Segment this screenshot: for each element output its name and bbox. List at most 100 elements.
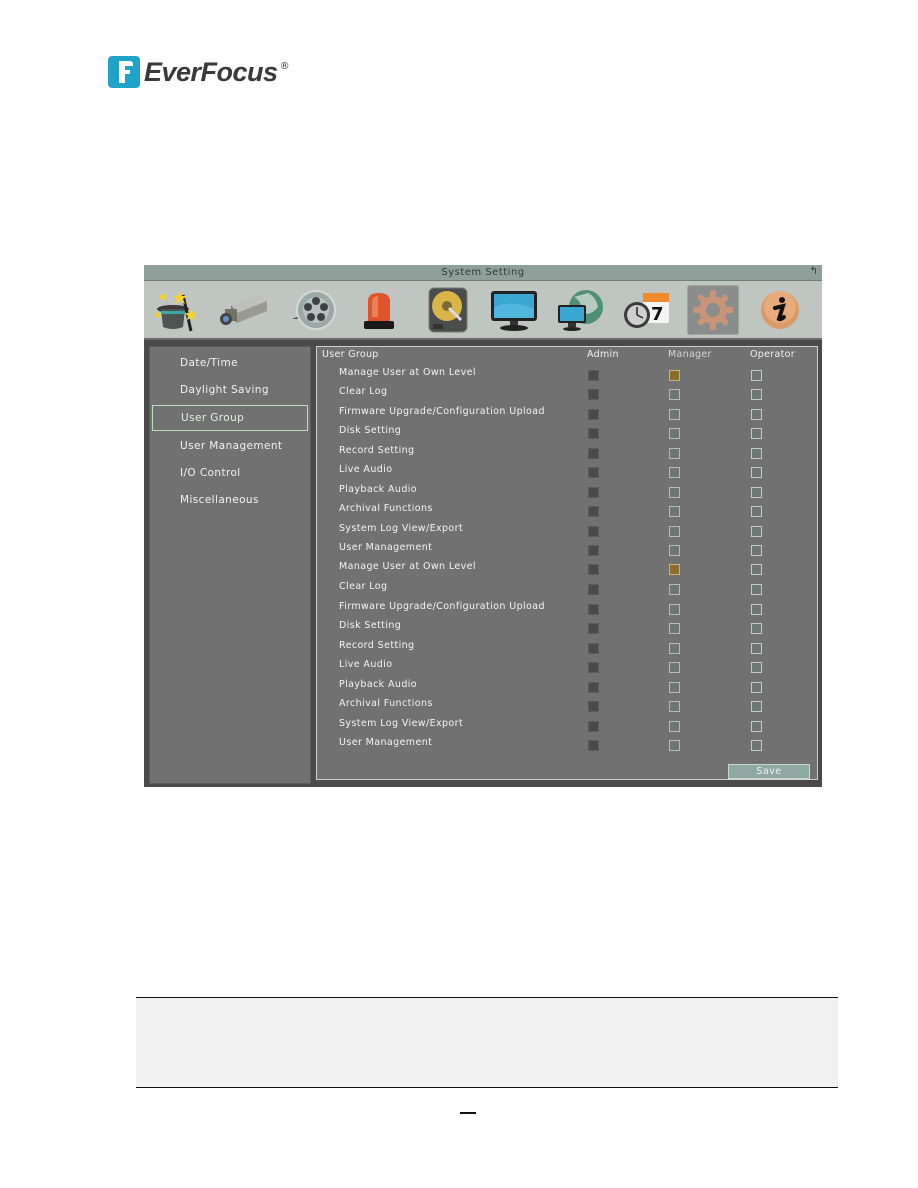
- manager-checkbox[interactable]: [669, 584, 680, 595]
- admin-checkbox[interactable]: [588, 721, 599, 732]
- column-header-operator: Operator: [750, 349, 795, 360]
- operator-checkbox[interactable]: [751, 623, 762, 634]
- schedule-clock-calendar-icon[interactable]: 7: [621, 285, 673, 335]
- manager-checkbox[interactable]: [669, 604, 680, 615]
- admin-checkbox[interactable]: [588, 662, 599, 673]
- sidebar-item-miscellaneous[interactable]: Miscellaneous: [152, 488, 304, 512]
- permission-label: Playback Audio: [339, 484, 418, 495]
- calendar-day: 7: [651, 304, 664, 325]
- record-reel-icon[interactable]: [287, 285, 339, 335]
- everfocus-logo: EverFocus ®: [108, 55, 290, 89]
- permission-label: Clear Log: [339, 386, 388, 397]
- manager-checkbox[interactable]: [669, 389, 680, 400]
- note-box: [136, 997, 838, 1088]
- manager-checkbox[interactable]: [669, 721, 680, 732]
- admin-checkbox[interactable]: [588, 623, 599, 634]
- manager-checkbox[interactable]: [669, 740, 680, 751]
- sidebar-item-user-management[interactable]: User Management: [152, 434, 304, 458]
- manager-checkbox[interactable]: [669, 701, 680, 712]
- sidebar-item-date-time[interactable]: Date/Time: [152, 351, 304, 375]
- admin-checkbox[interactable]: [588, 389, 599, 400]
- admin-checkbox[interactable]: [588, 467, 599, 478]
- admin-checkbox[interactable]: [588, 409, 599, 420]
- operator-checkbox[interactable]: [751, 604, 762, 615]
- admin-checkbox[interactable]: [588, 564, 599, 575]
- permission-label: System Log View/Export: [339, 523, 464, 534]
- admin-checkbox[interactable]: [588, 701, 599, 712]
- admin-checkbox[interactable]: [588, 448, 599, 459]
- section-title: User Group: [322, 349, 379, 360]
- permission-label: Record Setting: [339, 445, 415, 456]
- manager-checkbox[interactable]: [669, 409, 680, 420]
- operator-checkbox[interactable]: [751, 701, 762, 712]
- manager-checkbox[interactable]: [669, 467, 680, 478]
- manager-checkbox[interactable]: [669, 682, 680, 693]
- manager-checkbox[interactable]: [669, 487, 680, 498]
- hard-disk-icon[interactable]: [422, 285, 474, 335]
- registered-mark: ®: [279, 60, 290, 72]
- permission-label: User Management: [339, 542, 433, 553]
- manager-checkbox[interactable]: [669, 448, 680, 459]
- info-icon[interactable]: [754, 285, 806, 335]
- manager-checkbox[interactable]: [669, 643, 680, 654]
- permission-label: Manage User at Own Level: [339, 367, 476, 378]
- manager-checkbox[interactable]: [669, 370, 680, 381]
- manager-checkbox[interactable]: [669, 428, 680, 439]
- sidebar-item-user-group[interactable]: User Group: [152, 405, 308, 431]
- operator-checkbox[interactable]: [751, 428, 762, 439]
- network-globe-icon[interactable]: [554, 285, 606, 335]
- return-arrow-icon[interactable]: ↰: [810, 267, 818, 277]
- operator-checkbox[interactable]: [751, 487, 762, 498]
- logo-f-icon: [108, 56, 140, 88]
- brand-name: EverFocus: [144, 56, 278, 87]
- operator-checkbox[interactable]: [751, 389, 762, 400]
- settings-sidebar: Date/Time Daylight Saving User Group Use…: [149, 346, 311, 784]
- window-title: System Setting: [441, 267, 525, 278]
- category-toolbar: 7: [144, 281, 822, 340]
- admin-checkbox[interactable]: [588, 506, 599, 517]
- column-header-manager: Manager: [668, 349, 712, 360]
- operator-checkbox[interactable]: [751, 662, 762, 673]
- operator-checkbox[interactable]: [751, 564, 762, 575]
- admin-checkbox[interactable]: [588, 740, 599, 751]
- manager-checkbox[interactable]: [669, 564, 680, 575]
- operator-checkbox[interactable]: [751, 526, 762, 537]
- operator-checkbox[interactable]: [751, 584, 762, 595]
- operator-checkbox[interactable]: [751, 740, 762, 751]
- permission-label: Disk Setting: [339, 425, 402, 436]
- wizard-icon[interactable]: [150, 285, 202, 335]
- permission-label: User Management: [339, 737, 433, 748]
- operator-checkbox[interactable]: [751, 721, 762, 732]
- page-number-line: [460, 1112, 476, 1114]
- operator-checkbox[interactable]: [751, 409, 762, 420]
- save-button[interactable]: Save: [728, 764, 810, 779]
- sidebar-item-daylight-saving[interactable]: Daylight Saving: [152, 378, 304, 402]
- operator-checkbox[interactable]: [751, 545, 762, 556]
- manager-checkbox[interactable]: [669, 545, 680, 556]
- admin-checkbox[interactable]: [588, 643, 599, 654]
- operator-checkbox[interactable]: [751, 643, 762, 654]
- monitor-icon[interactable]: [488, 285, 540, 335]
- permission-label: Archival Functions: [339, 503, 433, 514]
- admin-checkbox[interactable]: [588, 604, 599, 615]
- manager-checkbox[interactable]: [669, 526, 680, 537]
- operator-checkbox[interactable]: [751, 448, 762, 459]
- admin-checkbox[interactable]: [588, 487, 599, 498]
- gear-icon[interactable]: [687, 285, 739, 335]
- operator-checkbox[interactable]: [751, 370, 762, 381]
- manager-checkbox[interactable]: [669, 506, 680, 517]
- admin-checkbox[interactable]: [588, 370, 599, 381]
- admin-checkbox[interactable]: [588, 584, 599, 595]
- alarm-light-icon[interactable]: [353, 285, 405, 335]
- admin-checkbox[interactable]: [588, 682, 599, 693]
- sidebar-item-io-control[interactable]: I/O Control: [152, 461, 304, 485]
- camera-icon[interactable]: [217, 285, 269, 335]
- manager-checkbox[interactable]: [669, 662, 680, 673]
- admin-checkbox[interactable]: [588, 545, 599, 556]
- operator-checkbox[interactable]: [751, 506, 762, 517]
- operator-checkbox[interactable]: [751, 682, 762, 693]
- admin-checkbox[interactable]: [588, 428, 599, 439]
- operator-checkbox[interactable]: [751, 467, 762, 478]
- manager-checkbox[interactable]: [669, 623, 680, 634]
- admin-checkbox[interactable]: [588, 526, 599, 537]
